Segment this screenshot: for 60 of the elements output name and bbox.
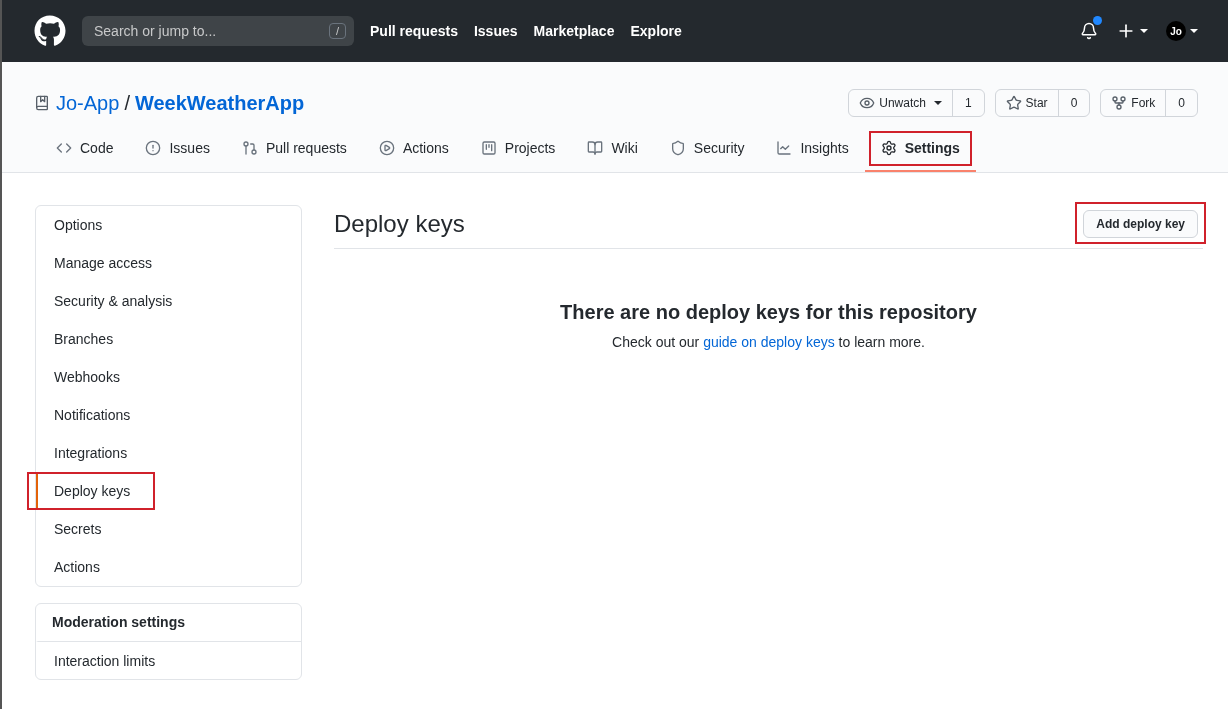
menu-item[interactable]: Webhooks — [36, 358, 301, 396]
caret-icon — [1140, 29, 1148, 33]
avatar[interactable]: Jo — [1166, 21, 1186, 41]
menu-item[interactable]: Manage access — [36, 244, 301, 282]
menu-item[interactable]: Actions — [36, 548, 301, 586]
repo-tab[interactable]: Insights — [760, 126, 865, 172]
star-button[interactable]: Star — [995, 90, 1059, 116]
repo-tab[interactable]: Code — [40, 126, 130, 172]
pull-request-icon — [241, 140, 258, 156]
github-logo-icon[interactable] — [34, 15, 66, 47]
add-deploy-key-button[interactable]: Add deploy key — [1083, 209, 1198, 238]
menu-item[interactable]: Notifications — [36, 396, 301, 434]
book-icon — [587, 140, 604, 156]
caret-icon — [933, 101, 942, 105]
repo-tab[interactable]: Pull requests — [225, 126, 363, 172]
menu-item[interactable]: Integrations — [36, 434, 301, 472]
menu-item[interactable]: Options — [36, 206, 301, 244]
shortcut-key: / — [328, 23, 346, 39]
repo-tab[interactable]: Wiki — [571, 126, 654, 172]
nav-link[interactable]: Issues — [473, 23, 518, 39]
menu-item[interactable]: Deploy keys — [36, 472, 301, 510]
caret-icon — [1190, 29, 1198, 33]
menu-heading: Moderation settings — [51, 613, 186, 632]
menu-item[interactable]: Security & analysis — [36, 282, 301, 320]
eye-icon — [859, 95, 876, 111]
settings-icon — [880, 140, 897, 156]
repo-tab[interactable]: Actions — [362, 126, 465, 172]
watch-button[interactable]: Unwatch — [849, 90, 953, 116]
star-icon — [1005, 95, 1022, 111]
menu-item[interactable]: Branches — [36, 320, 301, 358]
fork-icon — [1111, 95, 1128, 111]
count-label[interactable]: 1 — [952, 90, 984, 116]
line-chart-icon — [776, 140, 793, 156]
menu-item[interactable]: Interaction limits — [36, 641, 301, 679]
repo-name-link[interactable]: WeekWeatherApp — [134, 91, 305, 115]
nav-link[interactable]: Pull requests — [370, 23, 458, 39]
board-icon — [480, 140, 497, 156]
repo-icon — [34, 95, 50, 111]
code-icon — [56, 140, 72, 156]
empty-state-text: Check out our guide on deploy keys to learn more. — [611, 334, 926, 350]
empty-state-title: There are no deploy keys for this repository — [559, 301, 978, 324]
menu-item[interactable]: Secrets — [36, 510, 301, 548]
nav-link[interactable]: Explore — [630, 23, 682, 39]
fork-button[interactable]: Fork — [1101, 90, 1167, 116]
notifications-icon[interactable] — [1080, 22, 1098, 40]
alert-circle-icon — [145, 140, 162, 156]
repo-tab[interactable]: Settings — [864, 126, 976, 172]
repo-tab[interactable]: Security — [653, 126, 761, 172]
count-label[interactable]: 0 — [1058, 90, 1090, 116]
shield-icon — [669, 140, 686, 156]
path-separator: / — [124, 91, 130, 115]
repo-tab[interactable]: Projects — [464, 126, 572, 172]
count-label[interactable]: 0 — [1166, 90, 1197, 116]
play-circle-icon — [378, 140, 395, 156]
guide-link[interactable]: guide on deploy keys — [703, 334, 835, 350]
owner-link[interactable]: Jo-App — [56, 91, 120, 115]
search-field[interactable]: Search or jump to... / — [82, 16, 354, 46]
nav-link[interactable]: Marketplace — [533, 23, 615, 39]
page-title: Deploy keys — [334, 209, 465, 238]
repo-tab[interactable]: Issues — [129, 126, 226, 172]
